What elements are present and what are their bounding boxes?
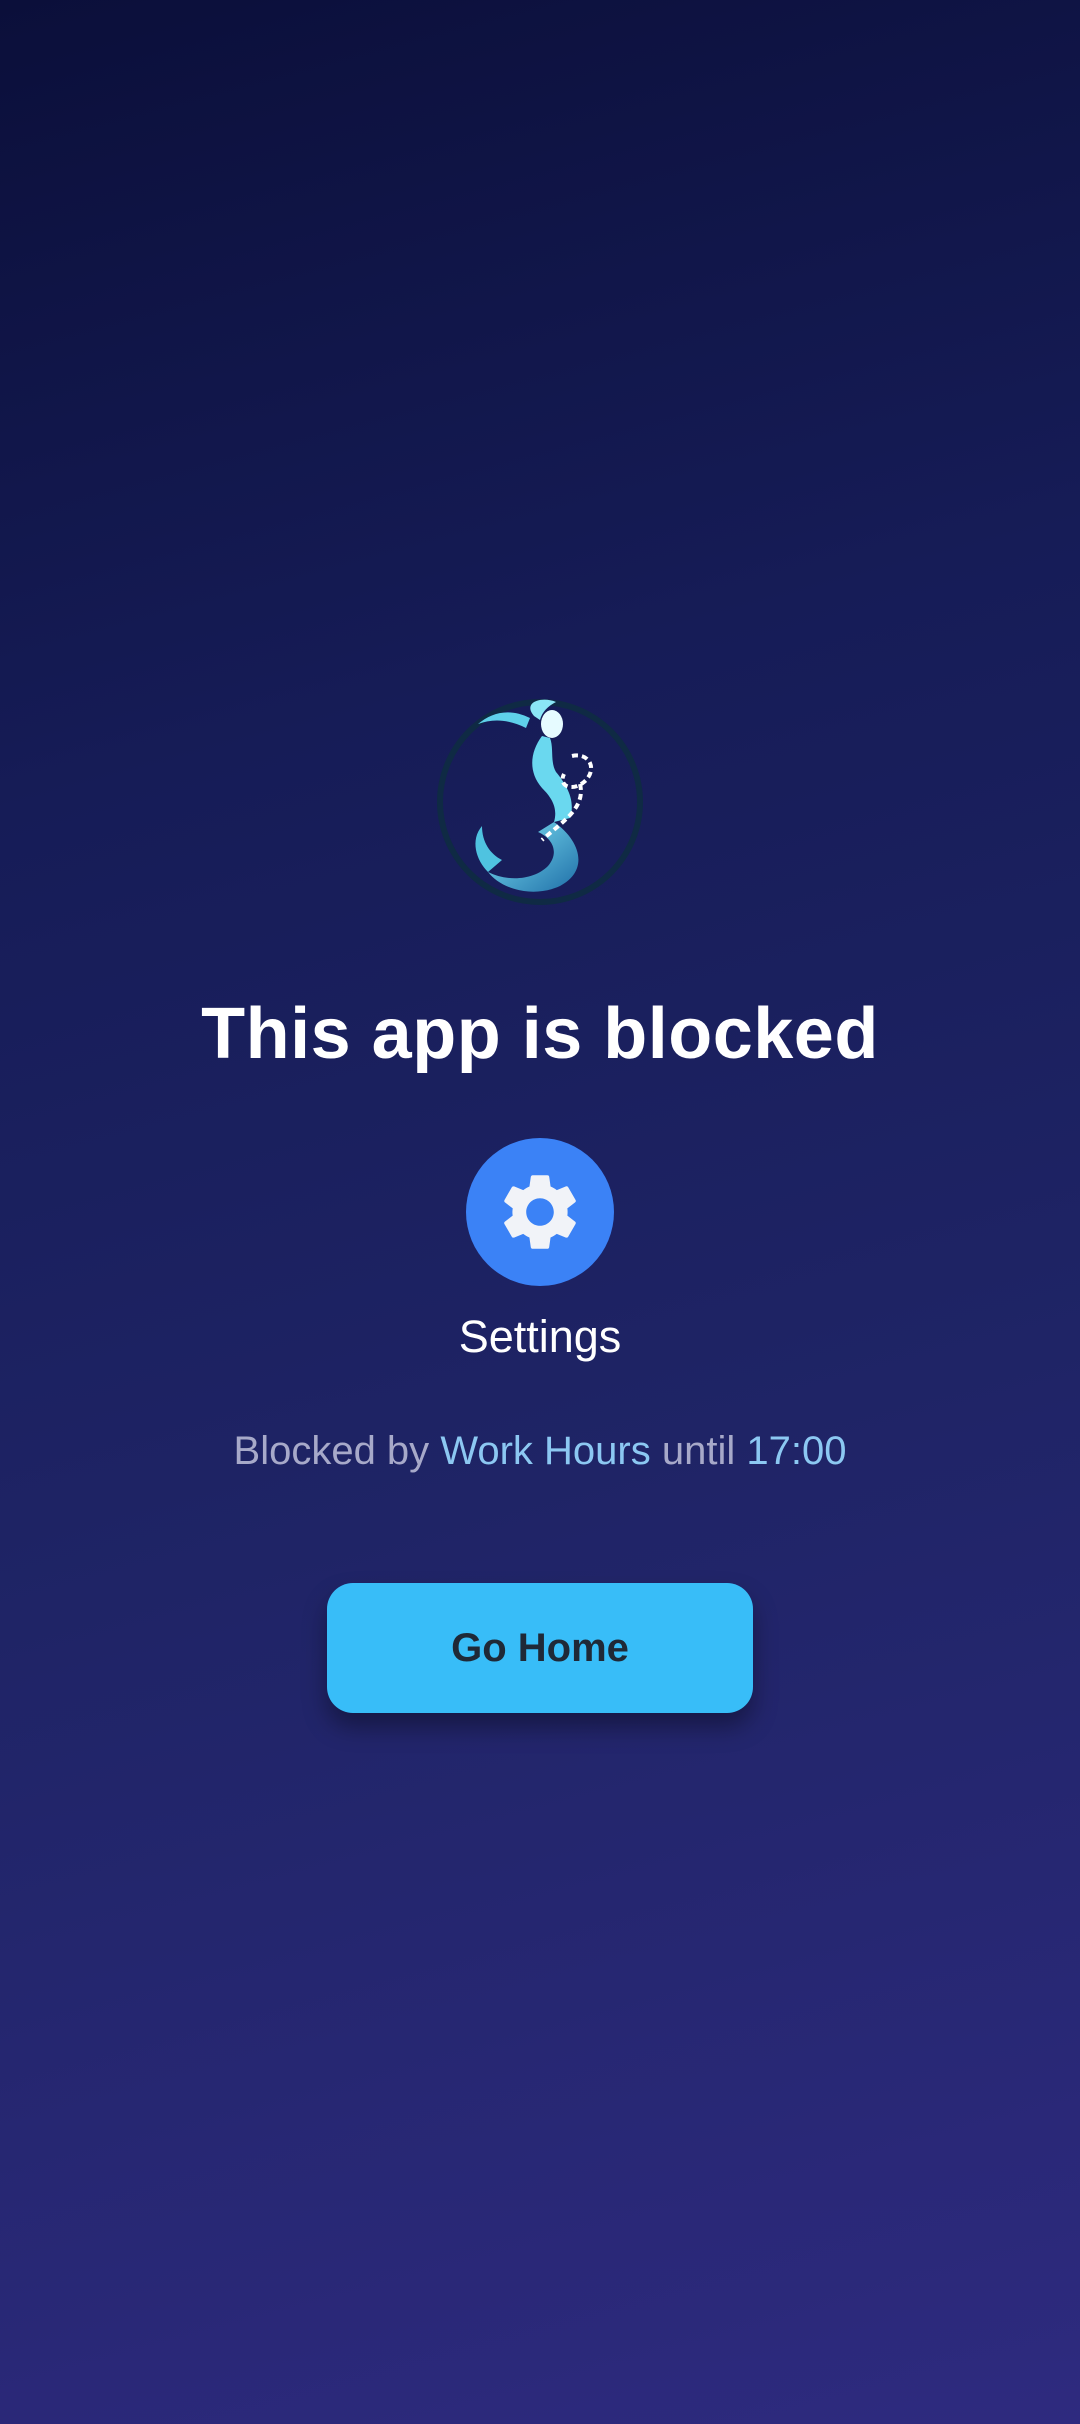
go-home-button[interactable]: Go Home xyxy=(327,1583,753,1713)
mermaid-logo-icon xyxy=(437,699,643,905)
blocked-by-prefix: Blocked by xyxy=(233,1429,430,1473)
blocked-app-icon xyxy=(466,1138,614,1286)
block-until-time: 17:00 xyxy=(746,1429,847,1473)
blocked-app-name: Settings xyxy=(458,1311,622,1362)
gear-icon xyxy=(504,1175,576,1249)
page-title: This app is blocked xyxy=(201,994,879,1074)
block-screen-content: This app is blocked Settings Blocked by … xyxy=(0,690,1080,1713)
blocked-by-text: Blocked by Work Hours until 17:00 xyxy=(234,1431,847,1471)
blocked-until-label: until xyxy=(661,1429,736,1473)
block-rule-name: Work Hours xyxy=(440,1429,651,1473)
